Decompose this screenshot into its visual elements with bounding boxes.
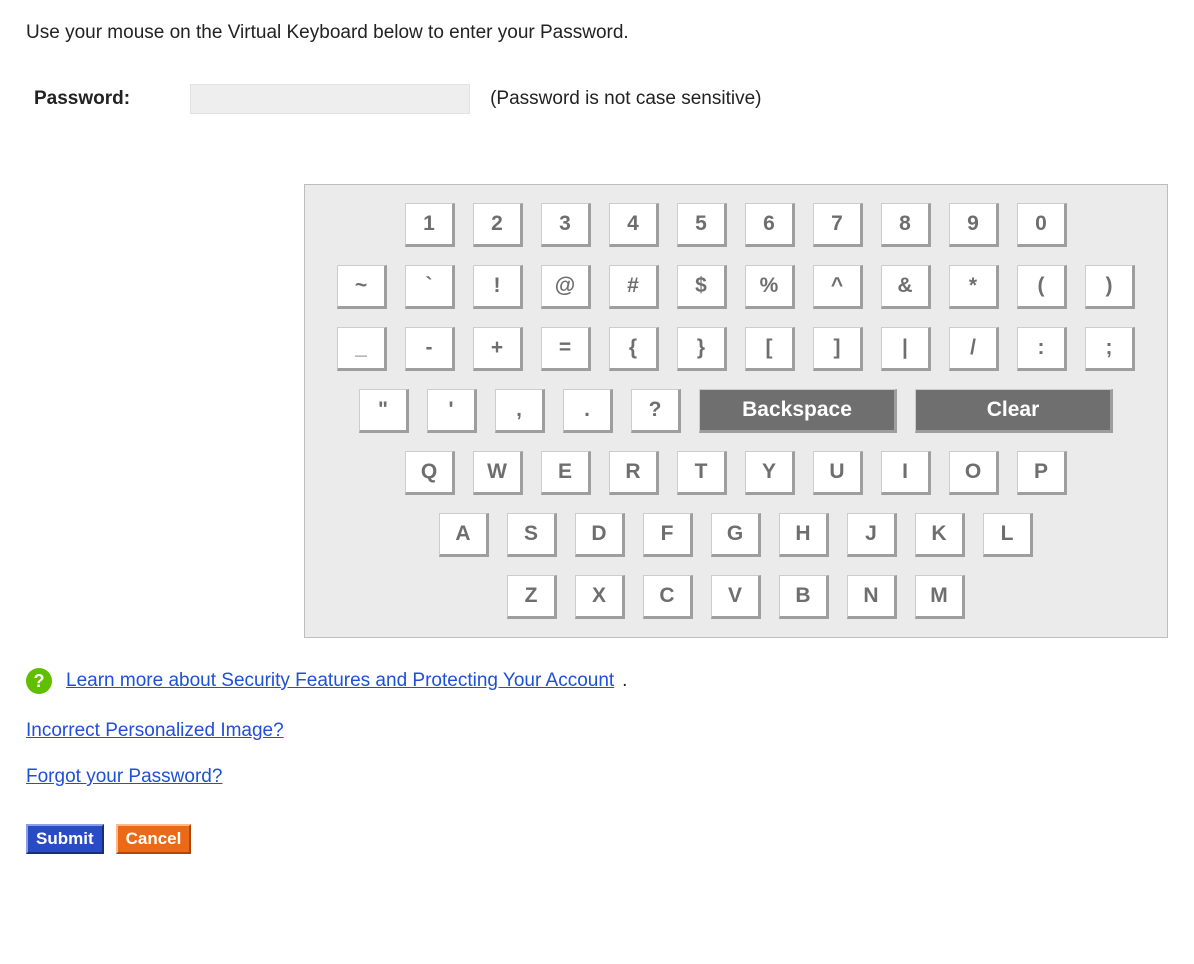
key-pipe[interactable]: |	[881, 327, 931, 371]
key-a[interactable]: A	[439, 513, 489, 557]
period: .	[622, 670, 627, 692]
key-rbrace[interactable]: }	[677, 327, 727, 371]
key-dollar[interactable]: $	[677, 265, 727, 309]
key-k[interactable]: K	[915, 513, 965, 557]
key-lbrace[interactable]: {	[609, 327, 659, 371]
key-rparen[interactable]: )	[1085, 265, 1135, 309]
key-bang[interactable]: !	[473, 265, 523, 309]
help-row: ? Learn more about Security Features and…	[26, 668, 1168, 694]
key-f[interactable]: F	[643, 513, 693, 557]
key-c[interactable]: C	[643, 575, 693, 619]
key-h[interactable]: H	[779, 513, 829, 557]
button-row: Submit Cancel	[26, 824, 1168, 854]
key-0[interactable]: 0	[1017, 203, 1067, 247]
key-g[interactable]: G	[711, 513, 761, 557]
key-lparen[interactable]: (	[1017, 265, 1067, 309]
key-equals[interactable]: =	[541, 327, 591, 371]
key-i[interactable]: I	[881, 451, 931, 495]
key-hash[interactable]: #	[609, 265, 659, 309]
key-j[interactable]: J	[847, 513, 897, 557]
key-d[interactable]: D	[575, 513, 625, 557]
instruction-text: Use your mouse on the Virtual Keyboard b…	[26, 22, 1168, 44]
key-comma[interactable]: ,	[495, 389, 545, 433]
key-e[interactable]: E	[541, 451, 591, 495]
key-y[interactable]: Y	[745, 451, 795, 495]
virtual-keyboard: 1 2 3 4 5 6 7 8 9 0 ~ ` ! @ # $ % ^ & * …	[304, 184, 1168, 638]
key-tilde[interactable]: ~	[337, 265, 387, 309]
key-b[interactable]: B	[779, 575, 829, 619]
key-o[interactable]: O	[949, 451, 999, 495]
key-t[interactable]: T	[677, 451, 727, 495]
key-backspace[interactable]: Backspace	[699, 389, 897, 433]
key-clear[interactable]: Clear	[915, 389, 1113, 433]
keyboard-row-3: _ - + = { } [ ] | / : ;	[337, 327, 1135, 371]
key-w[interactable]: W	[473, 451, 523, 495]
key-caret[interactable]: ^	[813, 265, 863, 309]
link-block: Incorrect Personalized Image? Forgot you…	[26, 720, 1168, 812]
keyboard-row-4: " ' , . ? Backspace Clear	[359, 389, 1113, 433]
key-u[interactable]: U	[813, 451, 863, 495]
keyboard-row-7: Z X C V B N M	[507, 575, 965, 619]
key-plus[interactable]: +	[473, 327, 523, 371]
key-at[interactable]: @	[541, 265, 591, 309]
key-underscore[interactable]: _	[337, 327, 387, 371]
key-s[interactable]: S	[507, 513, 557, 557]
key-minus[interactable]: -	[405, 327, 455, 371]
key-lbracket[interactable]: [	[745, 327, 795, 371]
key-squote[interactable]: '	[427, 389, 477, 433]
key-dquote[interactable]: "	[359, 389, 409, 433]
key-5[interactable]: 5	[677, 203, 727, 247]
key-2[interactable]: 2	[473, 203, 523, 247]
key-q[interactable]: Q	[405, 451, 455, 495]
cancel-button[interactable]: Cancel	[116, 824, 192, 854]
keyboard-row-6: A S D F G H J K L	[439, 513, 1033, 557]
key-3[interactable]: 3	[541, 203, 591, 247]
forgot-password-link[interactable]: Forgot your Password?	[26, 766, 222, 788]
key-colon[interactable]: :	[1017, 327, 1067, 371]
key-r[interactable]: R	[609, 451, 659, 495]
password-input[interactable]	[190, 84, 470, 114]
key-p[interactable]: P	[1017, 451, 1067, 495]
keyboard-row-5: Q W E R T Y U I O P	[405, 451, 1067, 495]
key-n[interactable]: N	[847, 575, 897, 619]
key-slash[interactable]: /	[949, 327, 999, 371]
keyboard-row-1: 1 2 3 4 5 6 7 8 9 0	[405, 203, 1067, 247]
password-row: Password: (Password is not case sensitiv…	[34, 84, 1168, 114]
key-7[interactable]: 7	[813, 203, 863, 247]
key-6[interactable]: 6	[745, 203, 795, 247]
key-rbracket[interactable]: ]	[813, 327, 863, 371]
key-1[interactable]: 1	[405, 203, 455, 247]
help-icon: ?	[26, 668, 52, 694]
key-backtick[interactable]: `	[405, 265, 455, 309]
key-m[interactable]: M	[915, 575, 965, 619]
key-semicolon[interactable]: ;	[1085, 327, 1135, 371]
key-l[interactable]: L	[983, 513, 1033, 557]
incorrect-image-link[interactable]: Incorrect Personalized Image?	[26, 720, 284, 742]
keyboard-row-2: ~ ` ! @ # $ % ^ & * ( )	[337, 265, 1135, 309]
key-question[interactable]: ?	[631, 389, 681, 433]
key-amp[interactable]: &	[881, 265, 931, 309]
key-9[interactable]: 9	[949, 203, 999, 247]
key-percent[interactable]: %	[745, 265, 795, 309]
key-4[interactable]: 4	[609, 203, 659, 247]
key-v[interactable]: V	[711, 575, 761, 619]
password-note: (Password is not case sensitive)	[490, 88, 761, 110]
security-help-link[interactable]: Learn more about Security Features and P…	[66, 670, 614, 692]
key-x[interactable]: X	[575, 575, 625, 619]
key-period[interactable]: .	[563, 389, 613, 433]
key-z[interactable]: Z	[507, 575, 557, 619]
submit-button[interactable]: Submit	[26, 824, 104, 854]
password-label: Password:	[34, 88, 130, 110]
key-8[interactable]: 8	[881, 203, 931, 247]
key-star[interactable]: *	[949, 265, 999, 309]
